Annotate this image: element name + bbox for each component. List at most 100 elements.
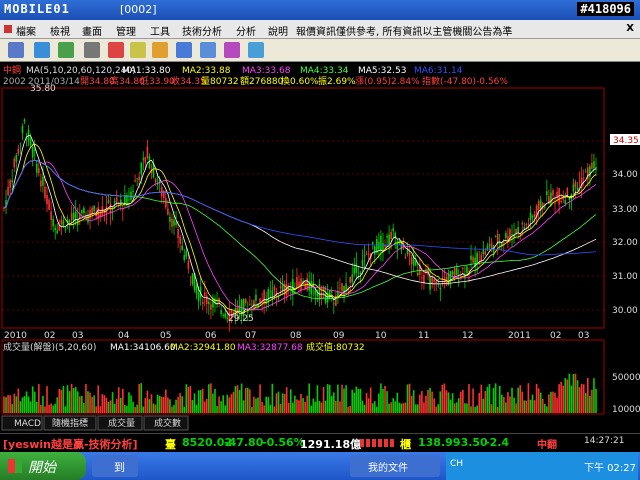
candle-body (244, 299, 247, 304)
volume-bar (591, 389, 593, 413)
volume-bar (68, 391, 71, 413)
menu-tools[interactable]: 工具 (150, 23, 170, 38)
grid-icon[interactable] (248, 42, 264, 58)
candle-body (593, 161, 595, 169)
volume-bar (54, 403, 57, 413)
volume-bar (224, 405, 227, 413)
candle-body (345, 283, 347, 292)
volume-bar (249, 389, 251, 413)
menu-help[interactable]: 說明 (268, 23, 288, 38)
volume-bar (91, 396, 93, 413)
volume-bar (38, 384, 40, 413)
tab-volume[interactable]: 成交量 (108, 417, 135, 429)
volume-bar (9, 395, 11, 413)
tab-stochastic[interactable]: 隨機指標 (52, 417, 88, 429)
tab-trades[interactable]: 成交數 (154, 417, 181, 429)
menu-screen[interactable]: 畫面 (82, 23, 102, 38)
volume-bar (83, 402, 85, 413)
menu-manage[interactable]: 管理 (116, 23, 136, 38)
menu-file[interactable]: 檔案 (16, 23, 36, 38)
windows-logo-icon (8, 459, 22, 473)
volume-bar (95, 406, 97, 413)
candle-body (546, 191, 548, 195)
candle-body (54, 227, 57, 231)
candle-body (169, 217, 171, 222)
change-value: 漲(0.95)2.84% (355, 76, 420, 87)
stack-icon[interactable] (224, 42, 240, 58)
volume-bar (238, 390, 241, 413)
candle-body (312, 282, 315, 286)
system-clock[interactable]: 下午 02:27 (584, 459, 636, 474)
volume-bar (357, 388, 360, 413)
amplitude-value: 振2.69% (318, 75, 356, 87)
candle-body (556, 191, 558, 197)
language-indicator[interactable]: CH (450, 459, 463, 469)
volume-bar (410, 395, 413, 413)
window-icon[interactable] (200, 42, 216, 58)
candle-body (144, 157, 147, 163)
candle-body (160, 187, 163, 197)
pen-icon[interactable] (130, 42, 146, 58)
volume-bar (525, 400, 528, 413)
volume-bar (185, 384, 188, 413)
candle-body (279, 286, 282, 288)
taskbar-app-2[interactable]: 我的文件 (350, 455, 440, 477)
menu-analysis[interactable]: 分析 (236, 23, 256, 38)
amount-value: 額276880 (240, 75, 284, 87)
toolbar (0, 39, 640, 62)
volume-bar (292, 402, 294, 413)
volume-bar (468, 384, 470, 413)
volume-bar (246, 387, 249, 413)
candle-body (23, 119, 26, 122)
candle-body (382, 243, 384, 251)
candle-body (410, 257, 413, 265)
volume-bar (355, 386, 358, 413)
candle-body (154, 178, 157, 182)
menu-view[interactable]: 檢視 (50, 23, 70, 38)
candle-body (455, 267, 458, 276)
volume-bar (550, 391, 552, 413)
chart-icon[interactable] (176, 42, 192, 58)
volume-tick-50000: 50000 (612, 373, 640, 383)
tab-macd[interactable]: MACD (14, 419, 41, 429)
volume-bar (109, 400, 112, 413)
volume-bar (111, 392, 114, 413)
fill-icon[interactable] (152, 42, 168, 58)
volume-bar (105, 397, 108, 413)
volume-bar (558, 384, 560, 413)
volume-bar (335, 400, 337, 413)
volume-bar (388, 403, 390, 413)
candle-body (40, 180, 42, 187)
y-tick-33: 33.00 (612, 205, 638, 215)
dropdown-icon[interactable] (84, 42, 100, 58)
candle-body (525, 224, 528, 226)
volume-bar (210, 383, 212, 413)
candle-body (517, 227, 519, 233)
candle-body (537, 200, 540, 211)
volume-bar (533, 400, 536, 413)
volume-bar (359, 388, 362, 413)
news-flag[interactable]: 中翻 (537, 436, 557, 451)
volume-bar (70, 383, 73, 413)
menu-close-icon[interactable]: X (626, 23, 634, 34)
taiex-pct: -0.56% (262, 436, 305, 449)
draw-icon[interactable] (108, 42, 124, 58)
crosshair-icon[interactable] (34, 42, 50, 58)
app-icon[interactable] (4, 25, 12, 33)
volume-bar (89, 392, 91, 413)
volume-bar (490, 404, 493, 413)
menu-technical[interactable]: 技術分析 (182, 23, 222, 38)
volume-bar (500, 394, 503, 413)
candle-body (210, 304, 212, 310)
volume-bar (119, 397, 122, 413)
start-button[interactable]: 開始 (0, 452, 86, 480)
taskbar-app-1[interactable]: 到 (92, 455, 138, 477)
volume-header: 成交量(解盤)(5,20,60) (3, 341, 96, 353)
candle-body (433, 279, 435, 282)
volume-bar (484, 390, 487, 413)
layout-icon[interactable] (8, 42, 24, 58)
candle-body (130, 191, 132, 200)
candle-body (380, 235, 382, 251)
volume-bar (212, 393, 214, 413)
zoom-icon[interactable] (58, 42, 74, 58)
